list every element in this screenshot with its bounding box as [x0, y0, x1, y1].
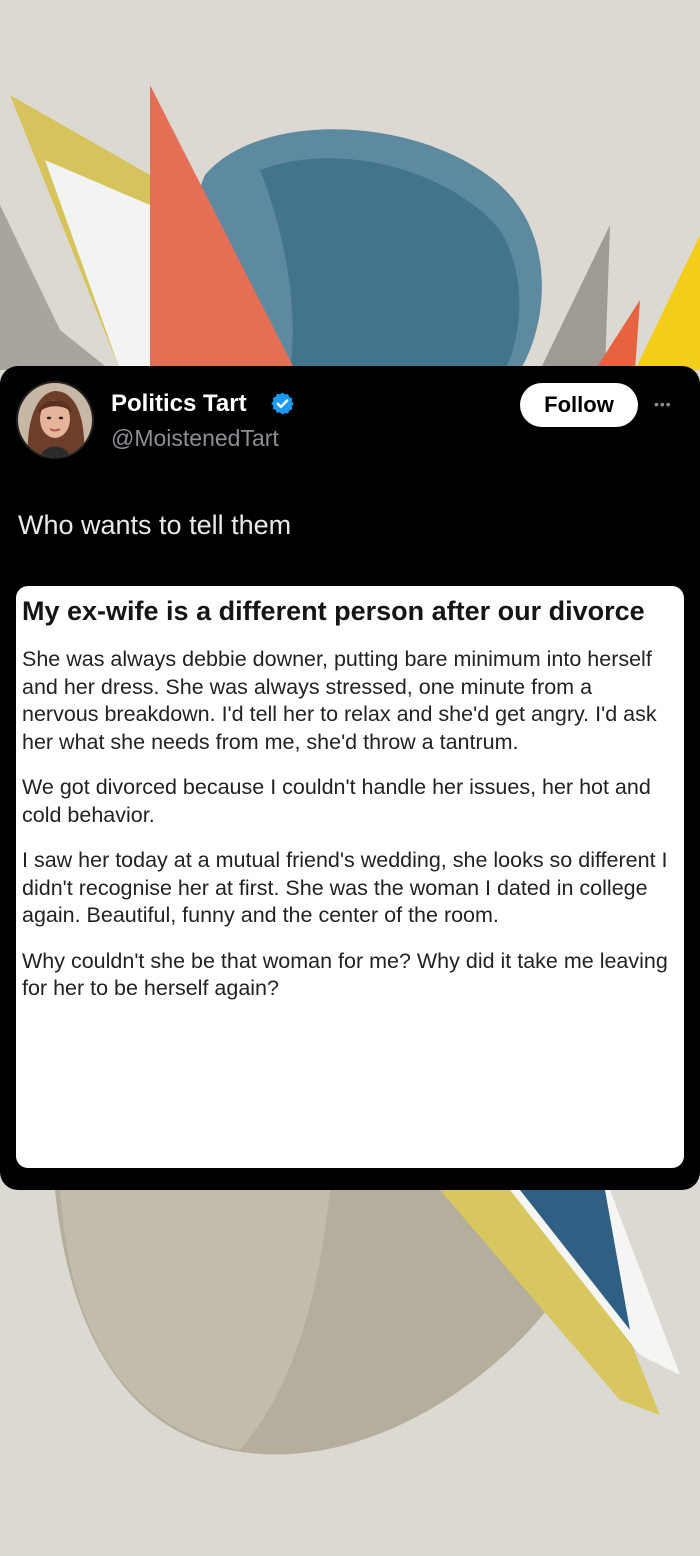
user-handle[interactable]: @MoistenedTart	[111, 423, 279, 453]
more-dots-icon[interactable]: •••	[654, 396, 684, 412]
embedded-post-image[interactable]: My ex-wife is a different person after o…	[16, 586, 684, 1168]
avatar-photo	[18, 383, 92, 457]
tweet-text: Who wants to tell them	[18, 510, 292, 540]
verified-badge-icon	[271, 392, 294, 415]
post-paragraph: We got divorced because I couldn't handl…	[22, 775, 651, 827]
post-paragraph: She was always debbie downer, putting ba…	[22, 647, 657, 754]
post-paragraph: Why couldn't she be that woman for me? W…	[22, 948, 668, 1001]
profile-avatar[interactable]	[16, 381, 94, 459]
follow-button[interactable]: Follow	[520, 383, 638, 427]
post-paragraph: I saw her today at a mutual friend's wed…	[22, 848, 668, 927]
post-title: My ex-wife is a different person after o…	[22, 596, 645, 626]
display-name[interactable]: Politics Tart	[111, 389, 247, 419]
